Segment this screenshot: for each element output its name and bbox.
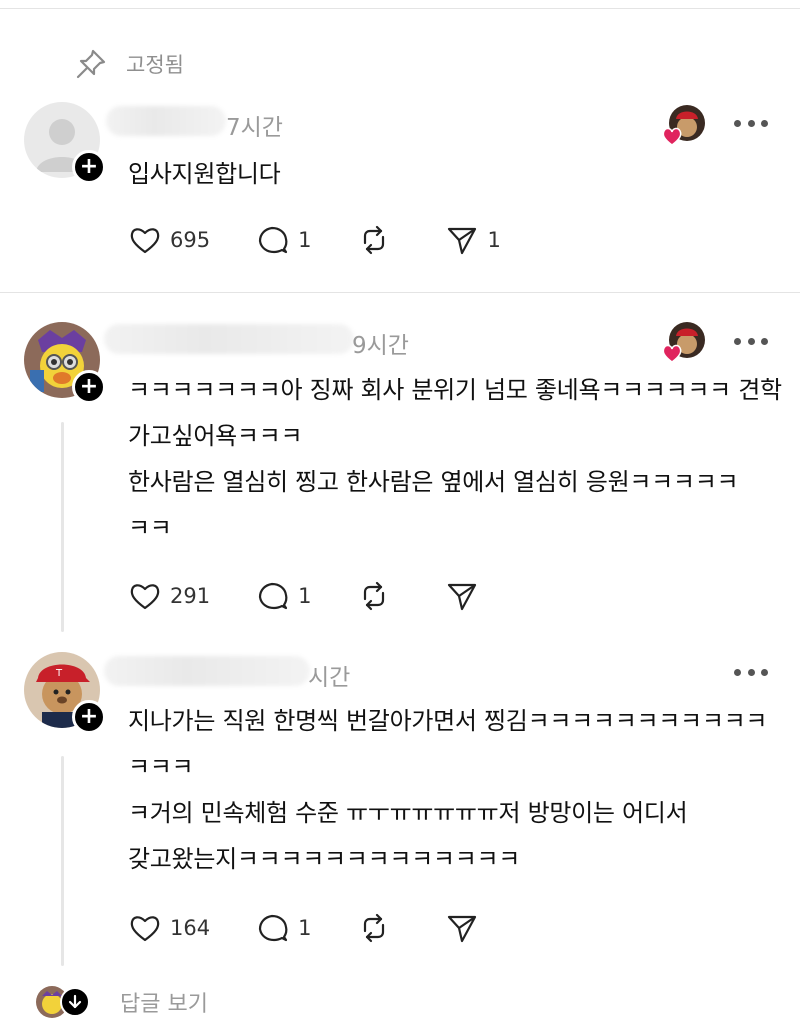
like-button[interactable]: 291: [128, 579, 210, 613]
comment-count: 1: [298, 228, 312, 252]
comment-button[interactable]: 1: [256, 579, 311, 613]
thread-line: [61, 756, 64, 966]
post-text: 지나가는 직원 한명씩 번갈아가면서 찡김ㅋㅋㅋㅋㅋㅋㅋㅋㅋㅋㅋ ㅋㅋㅋ ㅋ거의…: [128, 707, 768, 873]
action-bar: 695 1 1: [128, 222, 547, 258]
comment-icon: [258, 582, 288, 610]
post-text: ㅋㅋㅋㅋㅋㅋㅋ아 징짜 회사 분위기 넘모 좋네욕ㅋㅋㅋㅋㅋㅋ 견학 가고싶어욕…: [128, 376, 782, 542]
repost-button[interactable]: [357, 911, 399, 945]
send-icon: [448, 583, 477, 611]
send-icon: [448, 227, 477, 255]
repost-icon: [364, 581, 385, 611]
heart-icon: [130, 228, 160, 254]
heart-badge-icon: [662, 127, 682, 146]
post-text: 입사지원합니다: [128, 160, 281, 188]
like-count: 164: [170, 916, 211, 940]
arrow-down-icon: [60, 987, 90, 1017]
heart-icon: [130, 584, 160, 610]
comment-button[interactable]: 1: [256, 223, 311, 257]
post-divider: [0, 292, 800, 293]
heart-icon: [130, 916, 160, 942]
more-icon[interactable]: [734, 668, 768, 676]
post-time: 7시간: [226, 115, 283, 141]
like-count: 291: [170, 584, 211, 608]
like-button[interactable]: 164: [128, 911, 210, 945]
avatar[interactable]: T +: [24, 652, 106, 734]
comment-count: 1: [298, 916, 312, 940]
follow-plus-icon[interactable]: +: [72, 370, 106, 404]
pin-icon: [76, 49, 106, 79]
share-count: 1: [487, 228, 501, 252]
comment-count: 1: [298, 584, 312, 608]
share-button[interactable]: [445, 911, 487, 945]
comment-icon: [258, 914, 288, 942]
more-icon[interactable]: [734, 337, 768, 345]
send-icon: [448, 915, 477, 943]
action-bar: 291 1: [128, 578, 533, 614]
share-button[interactable]: [445, 579, 487, 613]
thread-line: [61, 422, 64, 632]
avatar[interactable]: +: [24, 322, 106, 404]
top-divider: [0, 8, 800, 9]
like-button[interactable]: 695: [128, 223, 210, 257]
view-replies-label: 답글 보기: [120, 992, 208, 1017]
username-blurred[interactable]: [104, 656, 310, 686]
view-replies-button[interactable]: 답글 보기: [36, 984, 208, 1020]
follow-plus-icon[interactable]: +: [72, 150, 106, 184]
follow-plus-icon[interactable]: +: [72, 700, 106, 734]
repost-icon: [364, 225, 385, 255]
action-bar: 164 1: [128, 910, 533, 946]
post-time: 9시간: [352, 333, 409, 359]
share-button[interactable]: 1: [445, 223, 501, 257]
repost-button[interactable]: [357, 223, 399, 257]
pinned-header: 고정됨: [74, 48, 184, 80]
more-icon[interactable]: [734, 119, 768, 127]
comment-icon: [258, 226, 288, 254]
svg-text:T: T: [55, 668, 63, 679]
heart-badge-icon: [662, 344, 682, 363]
repost-icon: [364, 913, 385, 943]
comment-button[interactable]: 1: [256, 911, 311, 945]
pinned-label: 고정됨: [126, 53, 184, 77]
post-time: 시간: [308, 665, 351, 691]
username-blurred[interactable]: [106, 106, 226, 136]
username-blurred[interactable]: [104, 324, 354, 354]
like-count: 695: [170, 228, 211, 252]
repost-button[interactable]: [357, 579, 399, 613]
avatar[interactable]: +: [24, 102, 106, 184]
